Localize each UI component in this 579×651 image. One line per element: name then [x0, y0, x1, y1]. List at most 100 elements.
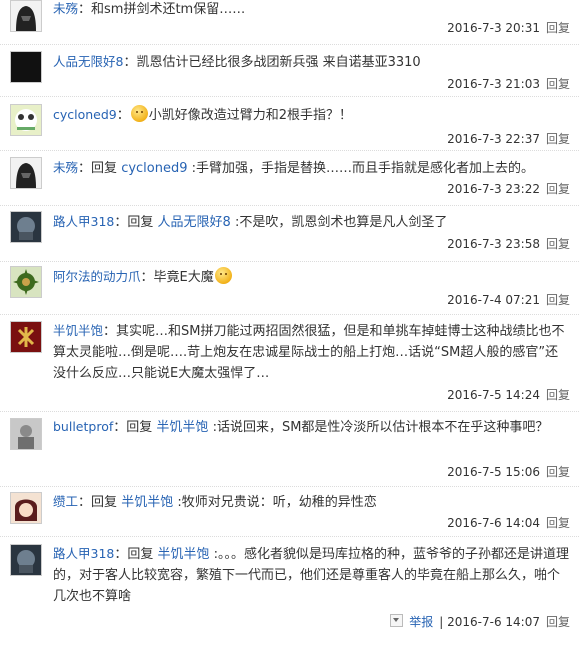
comment-item: 缵工：回复 半饥半饱 :牧师对兄贵说：听，幼稚的异性恋 2016-7-6 14:… — [0, 487, 579, 537]
colon: ： — [116, 108, 130, 123]
timestamp: 2016-7-6 14:04 — [447, 516, 540, 530]
reply-word: 回复 — [91, 495, 118, 510]
reply-link[interactable]: 回复 — [546, 182, 570, 196]
avatar[interactable] — [10, 266, 42, 298]
reply-word: 回复 — [91, 161, 118, 176]
reply-link[interactable]: 回复 — [546, 388, 570, 402]
comment-item: cycloned9： 小凯好像改造过臂力和2根手指？！ 2016-7-3 22:3… — [0, 97, 579, 151]
username-link[interactable]: 路人甲318 — [53, 546, 114, 561]
comment-item: 阿尔法的动力爪：毕竟E大魔 2016-7-4 07:21 回复 — [0, 262, 579, 315]
username-link[interactable]: bulletprof — [53, 419, 113, 434]
comment-meta: 举报 | 2016-7-6 14:07 回复 — [390, 614, 570, 630]
reply-link[interactable]: 回复 — [546, 293, 570, 307]
reply-link[interactable]: 回复 — [546, 132, 570, 146]
comment-text: 路人甲318：回复 人品无限好8 :不是吹，凯恩剑术也算是凡人剑圣了 — [53, 211, 571, 233]
timestamp: 2016-7-5 14:24 — [447, 388, 540, 402]
comment-body: :手臂加强，手指是替换……而且手指就是感化者加上去的。 — [187, 161, 535, 176]
smiley-emoji-icon — [214, 267, 232, 284]
comment-meta: 2016-7-4 07:21 回复 — [447, 292, 570, 308]
timestamp: 2016-7-3 23:22 — [447, 182, 540, 196]
avatar[interactable] — [10, 51, 42, 83]
reply-target-link[interactable]: cycloned9 — [121, 161, 187, 176]
avatar[interactable] — [10, 418, 42, 450]
comment-text: 未殇：和sm拼剑术还tm保留…… — [53, 0, 571, 20]
comment-body: 小凯好像改造过臂力和2根手指？！ — [148, 108, 353, 123]
comment-item: 半饥半饱：其实呢…和SM拼刀能过两招固然很猛，但是和单挑车掉蛙博士这种战绩比也不… — [0, 315, 579, 412]
comment-meta: 2016-7-3 23:58 回复 — [447, 236, 570, 252]
comment-meta: 2016-7-3 23:22 回复 — [447, 181, 570, 197]
comment-meta: 2016-7-3 21:03 回复 — [447, 76, 570, 92]
reply-link[interactable]: 回复 — [546, 237, 570, 251]
avatar[interactable] — [10, 211, 42, 243]
comment-meta: 2016-7-3 22:37 回复 — [447, 131, 570, 147]
comment-text: 路人甲318：回复 半饥半饱 :。。。感化者貌似是玛库拉格的种，蓝爷爷的子孙都还… — [53, 543, 571, 607]
timestamp: 2016-7-6 14:07 — [447, 615, 540, 629]
comment-body: ：凯恩估计已经比很多战团新兵强 来自诺基亚3310 — [123, 55, 421, 70]
username-link[interactable]: 人品无限好8 — [53, 54, 123, 69]
colon: ： — [114, 547, 128, 562]
comment-body: ：毕竟E大魔 — [140, 270, 214, 285]
comment-list: 未殇：和sm拼剑术还tm保留…… 2016-7-3 20:31 回复 人品无限好8… — [0, 0, 579, 631]
reply-word: 回复 — [127, 547, 154, 562]
comment-item: bulletprof：回复 半饥半饱 :话说回来，SM都是性冷淡所以估计根本不在… — [0, 412, 579, 487]
timestamp: 2016-7-3 22:37 — [447, 132, 540, 146]
reply-word: 回复 — [127, 215, 154, 230]
reply-link[interactable]: 回复 — [546, 465, 570, 479]
reply-link[interactable]: 回复 — [546, 21, 570, 35]
comment-body: ：其实呢…和SM拼刀能过两招固然很猛，但是和单挑车掉蛙博士这种战绩比也不算太灵能… — [53, 324, 565, 381]
reply-target-link[interactable]: 半饥半饱 — [156, 420, 208, 435]
comment-text: bulletprof：回复 半饥半饱 :话说回来，SM都是性冷淡所以估计根本不在… — [53, 416, 571, 438]
timestamp: 2016-7-3 20:31 — [447, 21, 540, 35]
comment-meta: 2016-7-6 14:04 回复 — [447, 515, 570, 531]
comment-body: :话说回来，SM都是性冷淡所以估计根本不在乎这种事吧？ — [208, 420, 549, 435]
comment-body: :不是吹，凯恩剑术也算是凡人剑圣了 — [230, 215, 448, 230]
report-link[interactable]: 举报 — [409, 615, 433, 629]
reply-link[interactable]: 回复 — [546, 615, 570, 629]
timestamp: 2016-7-5 15:06 — [447, 465, 540, 479]
comment-item: 人品无限好8：凯恩估计已经比很多战团新兵强 来自诺基亚3310 2016-7-3… — [0, 45, 579, 97]
username-link[interactable]: cycloned9 — [53, 107, 117, 122]
username-link[interactable]: 未殇 — [53, 1, 78, 16]
username-link[interactable]: 缵工 — [53, 494, 78, 509]
avatar[interactable] — [10, 0, 42, 32]
smiley-emoji-icon — [130, 105, 148, 122]
username-link[interactable]: 未殇 — [53, 160, 78, 175]
separator: | — [439, 615, 448, 629]
colon: ： — [78, 495, 92, 510]
comment-body: :牧师对兄贵说：听，幼稚的异性恋 — [173, 495, 377, 510]
comment-text: 缵工：回复 半饥半饱 :牧师对兄贵说：听，幼稚的异性恋 — [53, 491, 571, 513]
reply-target-link[interactable]: 人品无限好8 — [158, 215, 231, 230]
colon: ： — [78, 161, 92, 176]
comment-meta: 2016-7-5 14:24 回复 — [447, 387, 570, 403]
timestamp: 2016-7-3 21:03 — [447, 77, 540, 91]
reply-link[interactable]: 回复 — [546, 516, 570, 530]
colon: ： — [113, 420, 127, 435]
colon: ： — [114, 215, 128, 230]
comment-text: 半饥半饱：其实呢…和SM拼刀能过两招固然很猛，但是和单挑车掉蛙博士这种战绩比也不… — [53, 320, 571, 384]
username-link[interactable]: 半饥半饱 — [53, 323, 103, 338]
username-link[interactable]: 阿尔法的动力爪 — [53, 269, 141, 284]
timestamp: 2016-7-3 23:58 — [447, 237, 540, 251]
comment-meta: 2016-7-3 20:31 回复 — [447, 20, 570, 36]
comment-item: 未殇：回复 cycloned9 :手臂加强，手指是替换……而且手指就是感化者加上… — [0, 151, 579, 206]
comment-text: 未殇：回复 cycloned9 :手臂加强，手指是替换……而且手指就是感化者加上… — [53, 157, 571, 179]
reply-word: 回复 — [126, 420, 153, 435]
avatar[interactable] — [10, 492, 42, 524]
reply-link[interactable]: 回复 — [546, 77, 570, 91]
username-link[interactable]: 路人甲318 — [53, 214, 114, 229]
comment-text: cycloned9： 小凯好像改造过臂力和2根手指？！ — [53, 104, 571, 126]
dropdown-arrow-icon[interactable] — [390, 614, 404, 627]
reply-target-link[interactable]: 半饥半饱 — [121, 495, 173, 510]
comment-body: ：和sm拼剑术还tm保留…… — [78, 2, 246, 17]
comment-meta: 2016-7-5 15:06 回复 — [447, 464, 570, 480]
comment-item: 未殇：和sm拼剑术还tm保留…… 2016-7-3 20:31 回复 — [0, 0, 579, 45]
timestamp: 2016-7-4 07:21 — [447, 293, 540, 307]
reply-target-link[interactable]: 半饥半饱 — [158, 547, 210, 562]
avatar[interactable] — [10, 321, 42, 353]
comment-item: 路人甲318：回复 人品无限好8 :不是吹，凯恩剑术也算是凡人剑圣了 2016-… — [0, 206, 579, 262]
comment-item: 路人甲318：回复 半饥半饱 :。。。感化者貌似是玛库拉格的种，蓝爷爷的子孙都还… — [0, 537, 579, 631]
avatar[interactable] — [10, 104, 42, 136]
comment-text: 阿尔法的动力爪：毕竟E大魔 — [53, 266, 571, 288]
avatar[interactable] — [10, 544, 42, 576]
avatar[interactable] — [10, 157, 42, 189]
